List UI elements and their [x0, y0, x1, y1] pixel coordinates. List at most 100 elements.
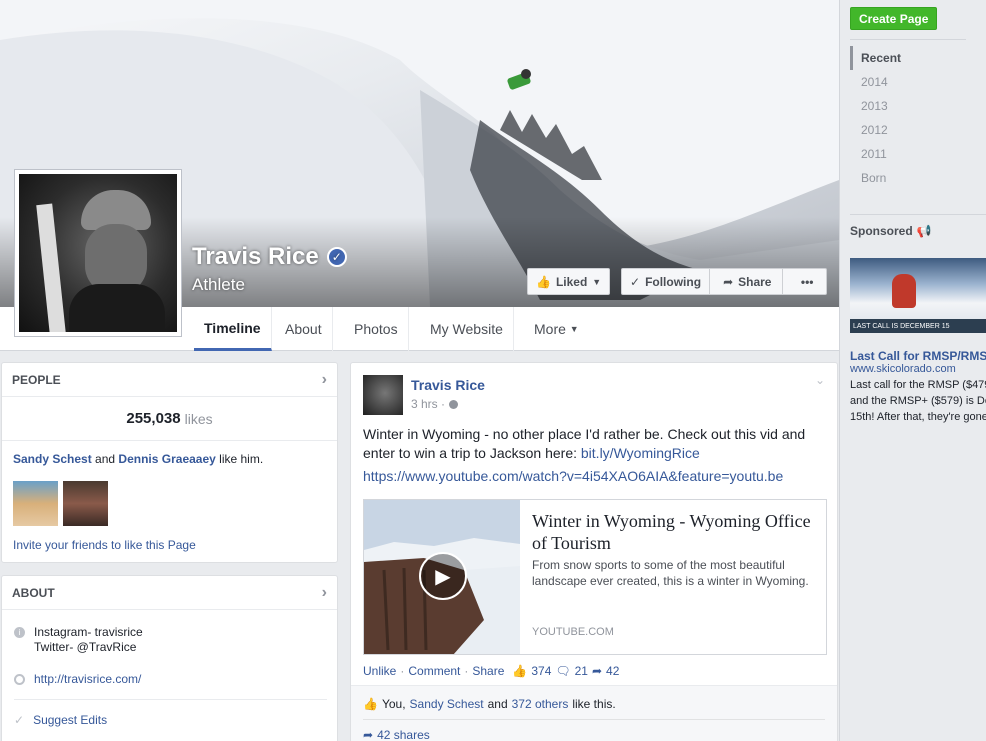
video-thumbnail[interactable]: ▶	[364, 500, 520, 654]
comment-count[interactable]: 21	[575, 664, 588, 678]
share-count[interactable]: 42	[606, 664, 619, 678]
page-name-text: Travis Rice	[192, 243, 319, 270]
comment-button[interactable]: Comment	[408, 664, 460, 678]
share-arrow-icon: ➦	[723, 274, 734, 289]
tab-timeline[interactable]: Timeline	[194, 307, 272, 351]
friend-link-dennis[interactable]: Dennis Graeaaey	[118, 452, 215, 466]
more-options-button[interactable]: •••	[788, 269, 826, 294]
likers-line: 👍 You, Sandy Schest and 372 others like …	[363, 697, 616, 711]
year-recent[interactable]: Recent	[850, 46, 970, 70]
likers-you: You,	[381, 697, 406, 711]
about-website-row: http://travisrice.com/	[14, 672, 141, 686]
comment-icon: 🗨	[555, 664, 571, 678]
about-description: i Instagram- travisrice Twitter- @TravRi…	[14, 625, 143, 655]
page-main: Travis Rice ✓ Athlete 👍 Liked ▼ ✓ Follow…	[0, 0, 839, 741]
create-page-label: Create Page	[859, 11, 929, 26]
more-dots-icon: •••	[800, 274, 814, 289]
caret-down-icon: ▼	[592, 276, 602, 287]
link-preview-domain: YOUTUBE.COM	[532, 626, 614, 638]
tab-timeline-label: Timeline	[204, 319, 261, 336]
about-twitter: Twitter- @TravRice	[34, 640, 137, 654]
liked-button[interactable]: 👍 Liked ▼	[527, 268, 610, 295]
thumbs-up-icon: 👍	[536, 274, 551, 289]
tab-about[interactable]: About	[275, 307, 333, 351]
shares-link[interactable]: 42 shares	[377, 728, 430, 741]
invite-friends-link[interactable]: Invite your friends to like this Page	[13, 538, 196, 552]
ad-url-link[interactable]: www.skicolorado.com	[850, 363, 956, 375]
people-title: PEOPLE	[12, 372, 61, 387]
ad-text: Last call for the RMSP ($479) and the RM…	[850, 379, 986, 423]
suggest-edits-row[interactable]: ✓ Suggest Edits	[14, 713, 107, 727]
play-icon: ▶	[419, 552, 467, 600]
info-icon: i	[14, 627, 25, 638]
short-link[interactable]: bit.ly/WyomingRice	[581, 445, 700, 461]
friend-avatar[interactable]	[13, 481, 58, 526]
year-2012[interactable]: 2012	[850, 118, 970, 142]
year-born[interactable]: Born	[850, 166, 970, 190]
tab-photos-label: Photos	[354, 321, 398, 337]
post-timestamp[interactable]: 3 hrs ·	[411, 397, 445, 411]
year-label: Recent	[861, 51, 902, 65]
year-label: 2013	[861, 99, 888, 113]
and-text: and	[95, 452, 116, 466]
post-options-chevron-icon[interactable]: ⌄	[815, 373, 825, 387]
following-button[interactable]: ✓ Following	[622, 269, 711, 294]
share-button[interactable]: Share	[472, 664, 504, 678]
about-instagram: Instagram- travisrice	[34, 625, 143, 639]
post-author-link[interactable]: Travis Rice	[411, 377, 485, 393]
globe-icon	[449, 399, 459, 409]
link-preview-card[interactable]: ▶ Winter in Wyoming - Wyoming Office of …	[363, 499, 827, 655]
chevron-right-icon: ›	[321, 583, 327, 601]
unlike-button[interactable]: Unlike	[363, 664, 396, 678]
about-card: ABOUT › i Instagram- travisrice Twitter-…	[1, 575, 338, 741]
people-header[interactable]: PEOPLE ›	[2, 363, 337, 397]
like-count[interactable]: 374	[531, 664, 551, 678]
post-actions: Unlike · Comment · Share 👍 374 🗨 21 ➦ 42	[363, 664, 620, 678]
right-sidebar: Create Page Recent 2014 2013 2012 2011 B…	[839, 0, 986, 741]
shares-line[interactable]: ➦ 42 shares	[363, 728, 430, 741]
youtube-link[interactable]: https://www.youtube.com/watch?v=4i54XAO6…	[363, 468, 783, 484]
post-author-avatar[interactable]	[363, 375, 403, 415]
sponsored-title: Sponsored	[850, 224, 913, 238]
post-meta: 3 hrs ·	[411, 397, 459, 411]
ad-banner-strip: LAST CALL IS DECEMBER 15	[850, 319, 986, 333]
likes-count: 255,038	[126, 410, 181, 427]
checkmark-icon: ✓	[14, 713, 25, 727]
friend-avatars	[13, 481, 108, 526]
post-feedback: 👍 You, Sandy Schest and 372 others like …	[351, 685, 837, 741]
year-2014[interactable]: 2014	[850, 70, 970, 94]
profile-picture[interactable]	[14, 169, 182, 337]
ad-image[interactable]: LAST CALL IS DECEMBER 15	[850, 258, 986, 333]
checkmark-icon: ✓	[630, 274, 641, 289]
tab-more[interactable]: More ▼	[524, 307, 589, 351]
verified-badge-icon: ✓	[326, 247, 347, 267]
sponsored-header: Sponsored 📢	[850, 224, 932, 238]
likers-others-link[interactable]: 372 others	[512, 697, 569, 711]
ad-skier-figure	[892, 274, 916, 308]
about-header[interactable]: ABOUT ›	[2, 576, 337, 610]
page-action-buttons: ✓ Following ➦ Share •••	[621, 268, 827, 295]
ad-title-link[interactable]: Last Call for RMSP/RMSP+	[850, 349, 986, 363]
megaphone-icon[interactable]: 📢	[917, 224, 932, 238]
year-2013[interactable]: 2013	[850, 94, 970, 118]
tab-my-website[interactable]: My Website	[420, 307, 514, 351]
suggest-edits-link[interactable]: Suggest Edits	[33, 713, 107, 727]
share-page-button[interactable]: ➦ Share	[715, 269, 784, 294]
create-page-button[interactable]: Create Page	[850, 7, 938, 30]
page-title: Travis Rice ✓	[192, 243, 347, 271]
link-preview-title: Winter in Wyoming - Wyoming Office of To…	[532, 511, 811, 553]
liker-sandy-link[interactable]: Sandy Schest	[410, 697, 484, 711]
thumbs-up-icon: 👍	[512, 664, 528, 678]
friend-avatar[interactable]	[63, 481, 108, 526]
liked-label: Liked	[555, 274, 588, 289]
timeline-year-nav: Recent 2014 2013 2012 2011 Born	[850, 46, 970, 190]
thumbs-up-icon: 👍	[363, 697, 378, 711]
friends-like-line: Sandy Schest and Dennis Graeaaey like hi…	[2, 441, 337, 466]
year-label: Born	[861, 171, 887, 185]
website-link[interactable]: http://travisrice.com/	[34, 672, 141, 686]
year-2011[interactable]: 2011	[850, 142, 970, 166]
friend-link-sandy[interactable]: Sandy Schest	[13, 452, 92, 466]
tab-photos[interactable]: Photos	[344, 307, 409, 351]
link-preview-description: From snow sports to some of the most bea…	[532, 558, 809, 588]
share-label: Share	[738, 274, 772, 289]
